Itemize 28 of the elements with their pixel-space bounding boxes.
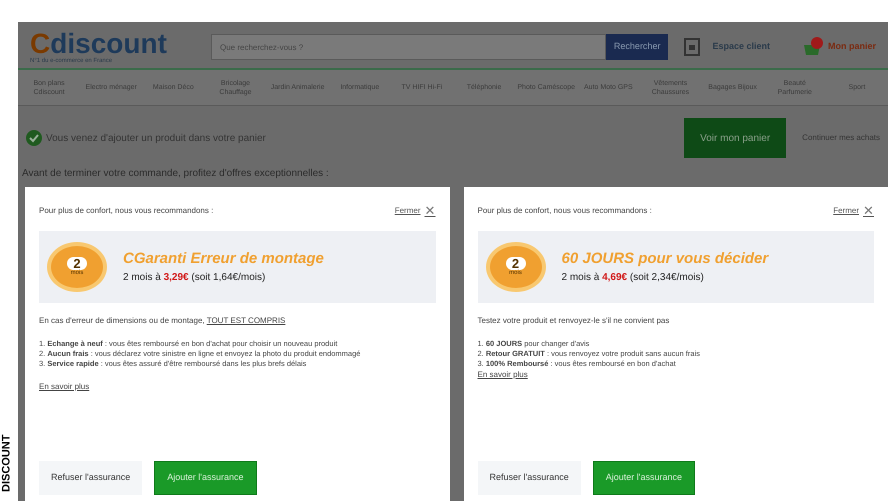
offer-price: 2 mois à 3,29€ (soit 1,64€/mois) (123, 271, 266, 286)
account-link[interactable]: Espace client (712, 40, 770, 54)
offers-heading: Avant de terminer votre commande, profitez d'offres exceptionnelles : (21, 167, 330, 181)
learn-more-link[interactable]: En savoir plus (478, 368, 528, 380)
continue-shopping-link[interactable]: Continuer mes achats (802, 132, 880, 144)
included-link[interactable]: TOUT EST COMPRIS (206, 316, 286, 324)
close-link[interactable]: Fermer ✕ (833, 201, 874, 220)
close-link[interactable]: Fermer ✕ (394, 201, 436, 220)
account-icon (684, 38, 700, 56)
offer-intro: Pour plus de confort, nous vous recommandons : (39, 204, 214, 217)
cart-icon (802, 37, 824, 57)
view-cart-button[interactable]: Voir mon panier (684, 118, 786, 158)
offer-title: 60 JOURS pour vous décider (562, 248, 768, 269)
offer-price: 2 mois à 4,69€ (soit 2,34€/mois) (562, 271, 705, 286)
decline-button[interactable]: Refuser l'assurance (478, 461, 581, 495)
offer-intro: Pour plus de confort, nous vous recommandons : (478, 204, 652, 217)
offer-description: Testez votre produit et renvoyez-le s'il ne convient pas (478, 314, 670, 326)
check-icon (26, 130, 42, 146)
cart-link[interactable]: Mon panier (828, 40, 876, 54)
offer-title: CGaranti Erreur de montage (123, 248, 324, 269)
search-button[interactable]: Rechercher (606, 34, 668, 60)
confirmation-message: Vous venez d'ajouter un produit dans votre panier (46, 132, 267, 146)
decline-button[interactable]: Refuser l'assurance (39, 461, 142, 495)
accept-button[interactable]: Ajouter l'assurance (592, 461, 696, 495)
learn-more-link[interactable]: En savoir plus (39, 380, 90, 392)
offer-description: En cas d'erreur de dimensions ou de montage, TOUT EST COMPRIS (39, 314, 286, 326)
photo-credit: DISCOUNT (0, 434, 14, 492)
accept-button[interactable]: Ajouter l'assurance (154, 461, 257, 495)
